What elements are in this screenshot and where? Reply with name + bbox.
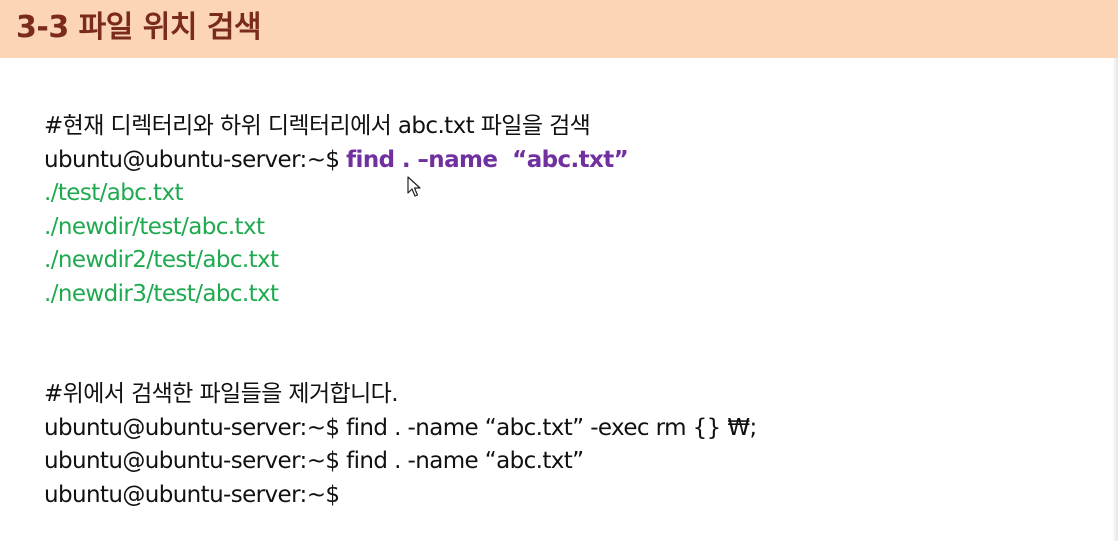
result-line: ./newdir3/test/abc.txt: [44, 280, 279, 307]
title-bar: 3-3 파일 위치 검색: [0, 0, 1118, 58]
shell-prompt: ubuntu@ubuntu-server:~$: [44, 146, 347, 173]
command-line: ubuntu@ubuntu-server:~$ find . -name “ab…: [44, 448, 584, 474]
result-line: ./test/abc.txt: [44, 180, 183, 206]
find-command: find . –name “abc.txt”: [346, 146, 629, 173]
mouse-pointer-icon: [407, 176, 421, 197]
comment-line: #현재 디렉터리와 하위 디렉터리에서 abc.txt 파일을 검색: [44, 113, 591, 139]
slide-content: #현재 디렉터리와 하위 디렉터리에서 abc.txt 파일을 검색 ubunt…: [44, 110, 1104, 512]
result-line: ./newdir2/test/abc.txt: [44, 247, 279, 273]
scroll-edge: [1112, 58, 1118, 541]
comment-line: #위에서 검색한 파일들을 제거합니다.: [44, 381, 399, 407]
command-line: ubuntu@ubuntu-server:~$ find . -name “ab…: [44, 414, 757, 441]
command-line: ubuntu@ubuntu-server:~$: [44, 481, 340, 508]
command-line: ubuntu@ubuntu-server:~$ find . –name “ab…: [44, 144, 1104, 178]
slide-title: 3-3 파일 위치 검색: [16, 10, 262, 45]
result-line: ./newdir/test/abc.txt: [44, 213, 265, 240]
slide: 3-3 파일 위치 검색 #현재 디렉터리와 하위 디렉터리에서 abc.txt…: [0, 0, 1118, 541]
